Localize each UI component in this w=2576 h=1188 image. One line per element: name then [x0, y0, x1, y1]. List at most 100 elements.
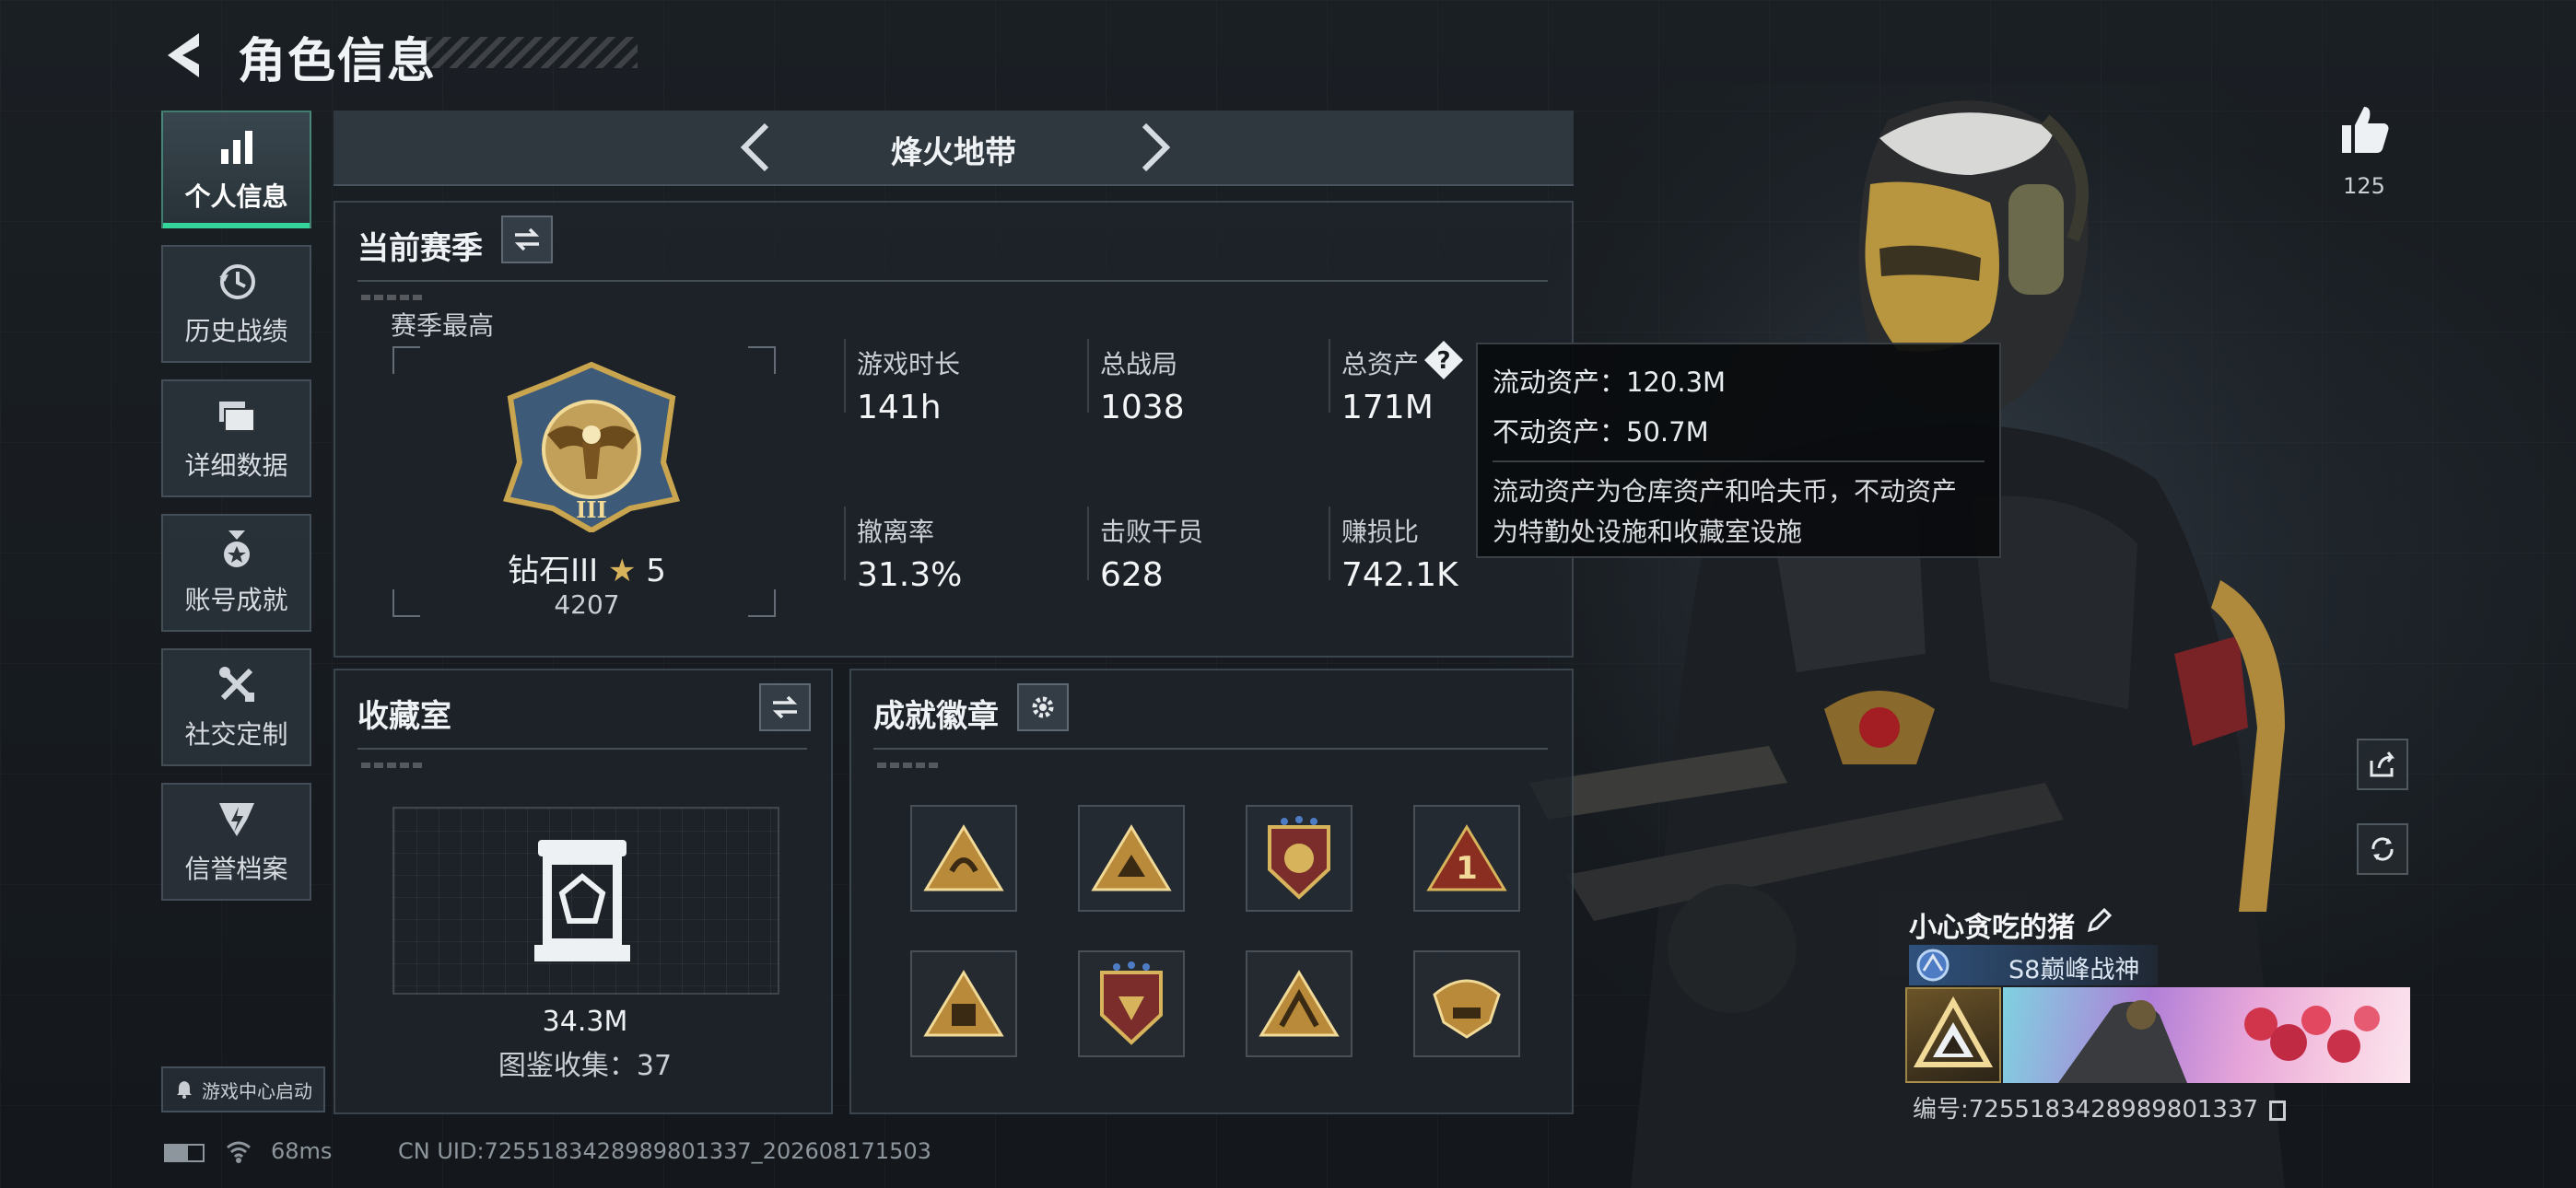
rank-points: 4207 — [554, 589, 620, 620]
achievement-badge[interactable] — [1246, 950, 1352, 1057]
gear-icon — [1032, 696, 1054, 718]
title-decoration — [426, 37, 638, 68]
stat-separator — [1329, 339, 1330, 413]
collection-catalog: 图鉴收集：37 — [498, 1050, 673, 1082]
map-selector: 烽火地带 — [334, 111, 1574, 186]
swap-icon — [514, 227, 540, 251]
badge-1-icon — [923, 824, 1004, 891]
sidebar-item-personal-info[interactable]: 个人信息 — [161, 111, 311, 228]
banner-art — [2058, 1000, 2380, 1083]
share-button[interactable] — [2357, 739, 2408, 790]
wifi-icon — [227, 1141, 251, 1163]
stat-value: 141h — [857, 389, 942, 426]
decoration — [877, 763, 942, 768]
sidebar-item-history[interactable]: 历史战绩 — [161, 245, 311, 363]
season-title: 当前赛季 — [357, 230, 483, 267]
achievements-panel: 成就徽章 1 — [849, 669, 1574, 1114]
rank-line: 钻石III ★ 5 — [335, 545, 838, 590]
swap-icon — [772, 695, 798, 719]
collection-panel: 收藏室 34.3M 图鉴收集：37 — [334, 669, 833, 1114]
sidebar-item-social[interactable]: 社交定制 — [161, 648, 311, 766]
help-icon[interactable]: ? — [1423, 339, 1465, 381]
ping-text: 68ms — [271, 1138, 333, 1164]
chevron-right-icon[interactable] — [1126, 120, 1181, 175]
copy-icon[interactable] — [2269, 1100, 2287, 1121]
collection-value: 34.3M — [542, 1006, 628, 1038]
svg-text:1: 1 — [1456, 850, 1478, 887]
refresh-icon — [2371, 837, 2394, 861]
achievement-badge[interactable] — [1078, 805, 1185, 912]
back-arrow-icon[interactable] — [158, 28, 214, 83]
rank-triangle-icon — [1913, 996, 1994, 1067]
achievement-badge[interactable] — [1246, 805, 1352, 912]
badge-4-icon: 1 — [1426, 824, 1507, 891]
map-name: 烽火地带 — [891, 134, 1016, 171]
sidebar-item-label: 账号成就 — [184, 585, 288, 615]
sidebar-item-details[interactable]: 详细数据 — [161, 379, 311, 497]
achievements-settings-button[interactable] — [1017, 683, 1069, 731]
edit-icon[interactable] — [2084, 906, 2113, 936]
svg-text:?: ? — [1436, 347, 1450, 375]
thumbs-up-icon[interactable] — [2336, 101, 2392, 157]
decoration — [361, 295, 426, 300]
tooltip-desc-2: 为特勤处设施和收藏室设施 — [1493, 517, 1803, 547]
achievement-badge[interactable] — [1413, 950, 1520, 1057]
divider — [873, 748, 1548, 750]
collection-title: 收藏室 — [357, 698, 451, 735]
rank-stars: 5 — [646, 553, 666, 589]
stat-value: 628 — [1100, 556, 1164, 594]
sidebar-item-label: 个人信息 — [184, 181, 288, 212]
season-switch-button[interactable] — [501, 215, 553, 263]
display-case-icon — [534, 840, 630, 961]
badge-6-icon — [1100, 961, 1163, 1045]
like-count: 125 — [2343, 173, 2385, 199]
achievement-badge[interactable] — [910, 805, 1017, 912]
tooltip-liquid: 流动资产：120.3M — [1493, 367, 1727, 398]
stat-separator — [1329, 507, 1330, 580]
badge-2-icon — [1091, 824, 1172, 891]
achievements-title: 成就徽章 — [873, 698, 999, 735]
sidebar-item-achievements[interactable]: 账号成就 — [161, 514, 311, 632]
title-emblem-icon — [1916, 949, 1950, 982]
collection-switch-button[interactable] — [759, 683, 811, 731]
achievement-badge[interactable]: 1 — [1413, 805, 1520, 912]
rank-name: 钻石III — [508, 553, 599, 589]
achievement-badge[interactable] — [1078, 950, 1185, 1057]
stat-label: 总战局 — [1100, 349, 1178, 379]
badge-8-icon — [1433, 979, 1501, 1039]
season-panel: 当前赛季 赛季最高 III 钻石III ★ 5 4207 游戏时长 141h 总… — [334, 201, 1574, 658]
tooltip-fixed: 不动资产：50.7M — [1493, 416, 1709, 448]
game-center-button[interactable]: 游戏中心启动 — [161, 1066, 325, 1112]
tools-icon — [218, 667, 254, 702]
stat-value: 171M — [1341, 389, 1434, 426]
folder-icon — [218, 402, 255, 432]
battery-icon — [164, 1144, 205, 1162]
tooltip-desc-1: 流动资产为仓库资产和哈夫币，不动资产 — [1493, 476, 1958, 507]
stat-value: 31.3% — [857, 556, 963, 594]
star-icon: ★ — [607, 553, 637, 589]
player-id-text: 编号:7255183428989801337 — [1913, 1096, 2259, 1124]
sidebar-item-label: 历史战绩 — [184, 316, 288, 346]
frame-corner — [748, 346, 776, 374]
share-icon — [2370, 751, 2395, 777]
stat-label: 赚损比 — [1341, 517, 1420, 547]
stat-value: 742.1K — [1341, 556, 1458, 594]
bar-chart-icon — [220, 131, 252, 164]
medal-icon — [223, 530, 250, 567]
stat-label: 击败干员 — [1100, 517, 1204, 547]
player-id: 编号:7255183428989801337 — [1913, 1090, 2287, 1124]
season-best-label: 赛季最高 — [391, 310, 495, 341]
stat-label: 撤离率 — [857, 517, 935, 547]
sidebar-item-credit[interactable]: 信誉档案 — [161, 783, 311, 901]
divider — [357, 280, 1548, 282]
shield-icon — [218, 803, 254, 836]
game-center-label: 游戏中心启动 — [202, 1079, 312, 1102]
history-icon — [218, 264, 255, 299]
divider — [357, 748, 807, 750]
achievement-badge[interactable] — [910, 950, 1017, 1057]
refresh-button[interactable] — [2357, 823, 2408, 875]
rank-numeral: III — [576, 496, 607, 523]
frame-corner — [392, 346, 420, 374]
player-banner[interactable] — [2003, 987, 2410, 1083]
collection-preview[interactable] — [392, 807, 779, 995]
